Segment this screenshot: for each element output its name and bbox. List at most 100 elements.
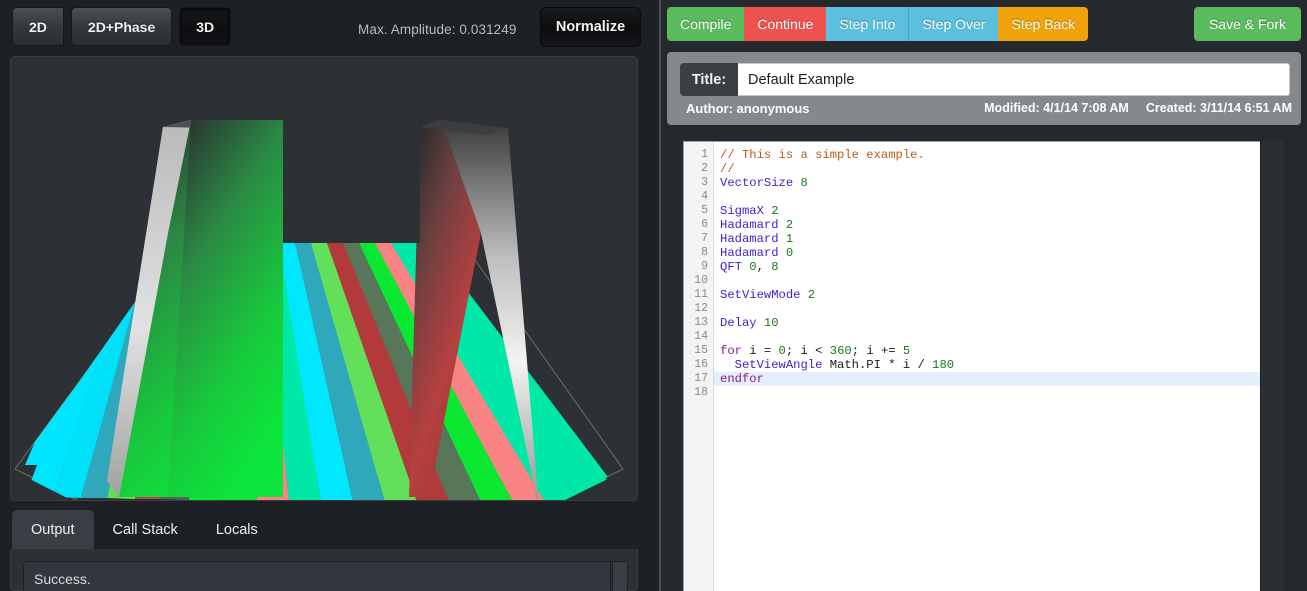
code-line[interactable]: endfor <box>714 372 1283 386</box>
visualization-toolbar: 2D 2D+Phase 3D Max. Amplitude: 0.031249 … <box>0 0 660 54</box>
max-amplitude-readout: Max. Amplitude: 0.031249 <box>358 22 517 37</box>
title-input[interactable] <box>738 63 1290 96</box>
normalize-button[interactable]: Normalize <box>540 7 641 47</box>
code-token: ; i += <box>851 344 903 358</box>
view-mode-2d-phase-button[interactable]: 2D+Phase <box>70 7 173 46</box>
amplitude-3d-viewport[interactable] <box>10 56 638 501</box>
debugger-toolbar: Compile Continue Step Into Step Over Ste… <box>661 0 1307 48</box>
code-token: for <box>720 344 742 358</box>
editor-line-numbers: 1 2 3 4 5 6 7 8 9 10 11 12 13 14 15 16 17 18 <box>684 142 714 591</box>
line-number: 11 <box>694 288 708 301</box>
compile-button[interactable]: Compile <box>667 7 745 41</box>
code-token: QFT <box>720 260 750 274</box>
code-token: SetViewAngle <box>720 358 830 372</box>
code-token: // This is a simple example. <box>720 148 925 162</box>
code-token: 2 <box>771 204 779 218</box>
code-token: Hadamard <box>720 232 786 246</box>
step-back-button[interactable]: Step Back <box>998 7 1089 41</box>
code-line[interactable] <box>714 330 1283 344</box>
code-line[interactable]: SetViewAngle Math.PI * i / 180 <box>714 358 1283 372</box>
line-number: 12 <box>694 302 708 315</box>
step-over-button[interactable]: Step Over <box>908 7 999 41</box>
line-number: 13 <box>694 316 708 329</box>
line-number: 1 <box>701 148 708 161</box>
code-token: SetViewMode <box>720 288 808 302</box>
code-line[interactable]: Hadamard 1 <box>714 232 1283 246</box>
editor-code-area[interactable]: // This is a simple example.//VectorSize… <box>714 142 1283 591</box>
code-line[interactable]: Hadamard 2 <box>714 218 1283 232</box>
code-token: 0 <box>749 260 757 274</box>
line-number: 8 <box>701 246 708 259</box>
amplitude-3d-render <box>11 57 637 500</box>
code-token: i = <box>741 344 779 358</box>
bottom-tab-bar: Output Call Stack Locals <box>12 510 277 550</box>
editor-scrollbar[interactable] <box>1260 141 1284 591</box>
created-timestamp: Created: 3/11/14 6:51 AM <box>1145 101 1292 115</box>
line-number: 18 <box>694 386 708 399</box>
line-number: 14 <box>694 330 708 343</box>
view-mode-2d-button[interactable]: 2D <box>12 7 64 46</box>
output-scrollbar[interactable] <box>612 561 628 591</box>
step-into-button[interactable]: Step Into <box>826 7 909 41</box>
code-token: Math.PI * i / <box>829 358 933 372</box>
tab-locals[interactable]: Locals <box>197 510 277 550</box>
timestamps: Modified: 4/1/14 7:08 AM Created: 3/11/1… <box>984 101 1292 115</box>
code-token: Hadamard <box>720 246 786 260</box>
line-number: 2 <box>701 162 708 175</box>
code-line[interactable] <box>714 302 1283 316</box>
continue-button[interactable]: Continue <box>744 7 827 41</box>
code-line[interactable]: QFT 0, 8 <box>714 260 1283 274</box>
code-token: 5 <box>902 344 911 358</box>
code-line[interactable] <box>714 190 1283 204</box>
code-line[interactable]: // This is a simple example. <box>714 148 1283 162</box>
app-root: 2D 2D+Phase 3D Max. Amplitude: 0.031249 … <box>0 0 1307 591</box>
code-line[interactable]: SetViewMode 2 <box>714 288 1283 302</box>
visualization-column: 2D 2D+Phase 3D Max. Amplitude: 0.031249 … <box>0 0 660 591</box>
line-number: 4 <box>701 190 708 203</box>
line-number: 10 <box>694 274 708 287</box>
save-and-fork-button[interactable]: Save & Fork <box>1193 7 1301 41</box>
code-line[interactable]: Delay 10 <box>714 316 1283 330</box>
code-token: 0 <box>778 344 786 358</box>
code-token: // <box>720 162 735 176</box>
code-line[interactable] <box>714 274 1283 288</box>
editor-column: Compile Continue Step Into Step Over Ste… <box>661 0 1307 591</box>
code-token: 360 <box>829 344 852 358</box>
code-token: 0 <box>785 246 794 260</box>
title-row: Title: <box>680 63 1290 96</box>
code-line[interactable]: // <box>714 162 1283 176</box>
line-number: 15 <box>694 344 708 357</box>
tab-output[interactable]: Output <box>12 510 94 550</box>
line-number: 5 <box>701 204 708 217</box>
code-token: 2 <box>807 288 816 302</box>
modified-timestamp: Modified: 4/1/14 7:08 AM <box>984 101 1129 115</box>
code-token: 8 <box>800 176 808 190</box>
line-number: 9 <box>701 260 708 273</box>
author-label: Author: anonymous <box>686 101 810 116</box>
line-number: 3 <box>701 176 708 189</box>
output-panel: Success. <box>10 549 638 591</box>
code-line[interactable]: for i = 0; i < 360; i += 5 <box>714 344 1283 358</box>
view-mode-button-group: 2D 2D+Phase 3D <box>12 7 232 46</box>
code-line[interactable] <box>714 386 1283 400</box>
code-editor[interactable]: 1 2 3 4 5 6 7 8 9 10 11 12 13 14 15 16 17 18 // This is a… <box>683 141 1284 591</box>
code-token: endfor <box>720 372 764 386</box>
debugger-button-group: Compile Continue Step Into Step Over Ste… <box>667 7 1089 41</box>
line-number: 17 <box>694 372 708 385</box>
code-token: Hadamard <box>720 218 786 232</box>
code-token: Delay <box>720 316 764 330</box>
line-number: 6 <box>701 218 708 231</box>
output-text[interactable]: Success. <box>23 561 611 591</box>
code-line[interactable]: Hadamard 0 <box>714 246 1283 260</box>
code-line[interactable]: SigmaX 2 <box>714 204 1283 218</box>
code-token: ; i < <box>785 344 830 358</box>
code-token: 2 <box>785 218 794 232</box>
tab-call-stack[interactable]: Call Stack <box>94 510 197 550</box>
code-line[interactable]: VectorSize 8 <box>714 176 1283 190</box>
code-token: 10 <box>763 316 779 330</box>
title-label: Title: <box>680 63 738 96</box>
line-number: 16 <box>694 358 708 371</box>
view-mode-3d-button[interactable]: 3D <box>179 7 232 46</box>
code-token: SigmaX <box>720 204 772 218</box>
code-token: 180 <box>932 358 955 372</box>
